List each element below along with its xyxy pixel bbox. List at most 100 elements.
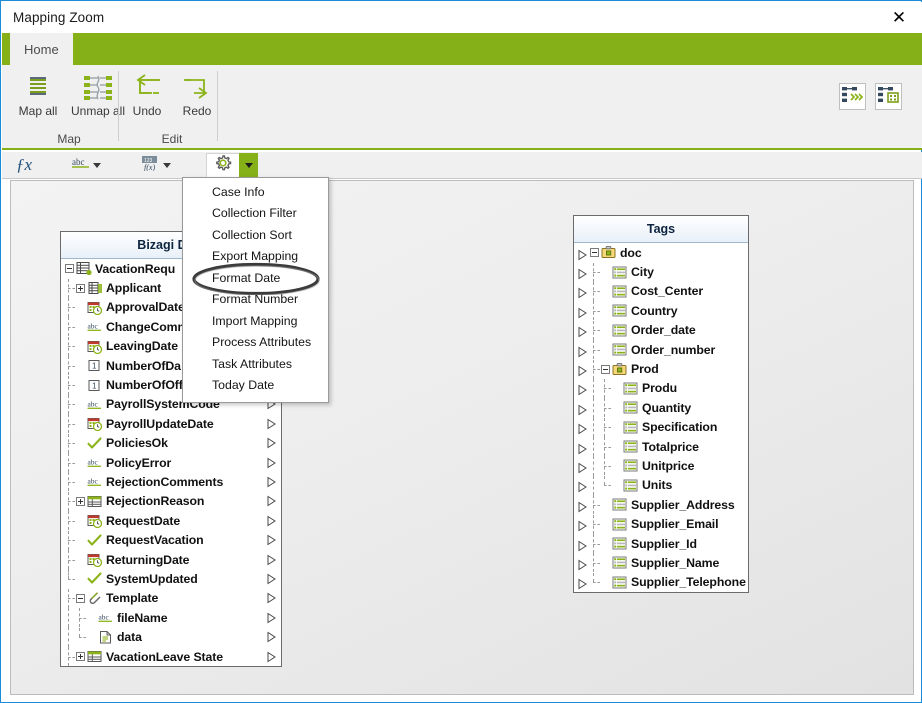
map-connector-arrow-icon[interactable]	[266, 592, 277, 604]
map-connector-arrow-icon[interactable]	[577, 577, 588, 590]
map-grid-button[interactable]	[875, 83, 902, 110]
map-connector-arrow-icon[interactable]	[577, 402, 588, 416]
advanced-functions-dropdown-toggle[interactable]	[239, 152, 258, 178]
tree-row[interactable]: abc RejectionComments	[61, 472, 281, 492]
tree-row[interactable]: Order_number	[574, 340, 748, 360]
close-icon[interactable]: ✕	[876, 2, 922, 33]
map-connector-arrow-icon[interactable]	[577, 460, 588, 474]
tree-row[interactable]: ReturningDate	[61, 550, 281, 570]
tree-connector	[601, 398, 612, 418]
map-connector-arrow-icon[interactable]	[266, 457, 277, 469]
map-connector-arrow-icon[interactable]	[577, 422, 588, 435]
tree-row[interactable]: Prod	[574, 359, 748, 379]
tree-row[interactable]: Supplier_Email	[574, 514, 748, 534]
tags-title: Tags	[646, 222, 676, 236]
tree-row[interactable]: Cost_Center	[574, 281, 748, 301]
redo-button[interactable]: Redo	[172, 65, 222, 127]
unmap-all-button[interactable]: Unmap all	[68, 65, 128, 127]
tree-row[interactable]: VacationLeave State	[61, 647, 281, 666]
map-connector-arrow-icon[interactable]	[266, 437, 277, 449]
advanced-functions-button[interactable]	[206, 152, 239, 178]
unmap-all-icon	[81, 70, 115, 104]
tree-row[interactable]: Supplier_Name	[574, 553, 748, 573]
tree-row[interactable]: PayrollUpdateDate	[61, 414, 281, 434]
tree-row[interactable]: Country	[574, 301, 748, 321]
map-connector-arrow-icon[interactable]	[577, 441, 588, 455]
expand-node-icon[interactable]	[76, 283, 85, 293]
tree-row[interactable]: Order_date	[574, 320, 748, 340]
collapse-node-icon[interactable]	[76, 593, 85, 603]
tree-row[interactable]: Units	[574, 475, 748, 496]
menu-item-format-date[interactable]: Format Date	[183, 267, 328, 289]
menu-item-task-attributes[interactable]: Task Attributes	[183, 353, 328, 375]
map-connector-arrow-icon[interactable]	[266, 418, 277, 430]
menu-item-collection-filter[interactable]: Collection Filter	[183, 203, 328, 225]
tree-row[interactable]: data	[61, 627, 281, 648]
tree-row[interactable]: Totalprice	[574, 436, 748, 457]
undo-button[interactable]: Undo	[122, 65, 172, 127]
advanced-functions-menu[interactable]: Case Info Collection Filter Collection Sor…	[182, 177, 329, 403]
map-connector-arrow-icon[interactable]	[266, 476, 277, 488]
expand-node-icon[interactable]	[76, 496, 85, 506]
tree-row[interactable]: abc fileName	[61, 608, 281, 628]
map-connector-arrow-icon[interactable]	[577, 364, 588, 377]
tree-row[interactable]: City	[574, 262, 748, 282]
menu-item-format-number[interactable]: Format Number	[183, 289, 328, 311]
fx-button[interactable]: ƒx	[11, 153, 37, 178]
tree-row[interactable]: PoliciesOk	[61, 433, 281, 453]
menu-item-collection-sort[interactable]: Collection Sort	[183, 224, 328, 246]
map-connector-arrow-icon[interactable]	[266, 573, 277, 585]
collapse-node-icon[interactable]	[601, 364, 610, 374]
map-connector-arrow-icon[interactable]	[266, 515, 277, 527]
map-connector-arrow-icon[interactable]	[577, 480, 588, 493]
menu-item-today-date[interactable]: Today Date	[183, 375, 328, 397]
map-connector-arrow-icon[interactable]	[577, 325, 588, 338]
tree-row[interactable]: Quantity	[574, 398, 748, 418]
map-connector-arrow-icon[interactable]	[266, 495, 277, 507]
tree-row[interactable]: doc	[574, 243, 748, 262]
number-icon: 1	[88, 379, 100, 391]
menu-item-import-mapping[interactable]: Import Mapping	[183, 310, 328, 332]
map-connector-arrow-icon[interactable]	[266, 554, 277, 565]
tree-row[interactable]: RequestDate	[61, 511, 281, 531]
tree-row[interactable]: Produ	[574, 378, 748, 399]
map-all-button[interactable]: Map all	[8, 65, 68, 127]
tree-row[interactable]: Template	[61, 588, 281, 608]
map-connector-arrow-icon[interactable]	[577, 383, 588, 396]
map-connector-arrow-icon[interactable]	[577, 247, 588, 261]
expand-node-icon[interactable]	[76, 652, 85, 661]
tags-tree[interactable]: doc City Cost_Center Country Order_date …	[574, 243, 748, 592]
tab-home[interactable]: Home	[10, 33, 73, 65]
map-connector-arrow-icon[interactable]	[577, 519, 588, 532]
map-connector-arrow-icon[interactable]	[577, 344, 588, 358]
tree-row[interactable]: Supplier_Telephone	[574, 572, 748, 592]
map-connector-arrow-icon[interactable]	[266, 631, 277, 643]
auto-map-button[interactable]	[839, 83, 866, 110]
menu-item-case-info[interactable]: Case Info	[183, 181, 328, 203]
tree-row[interactable]: RequestVacation	[61, 530, 281, 550]
tree-row[interactable]: SystemUpdated	[61, 569, 281, 588]
map-connector-arrow-icon[interactable]	[577, 499, 588, 513]
map-connector-arrow-icon[interactable]	[577, 557, 588, 571]
menu-item-process-attributes[interactable]: Process Attributes	[183, 332, 328, 354]
map-connector-arrow-icon[interactable]	[577, 538, 588, 551]
tree-row[interactable]: Supplier_Id	[574, 534, 748, 554]
map-connector-arrow-icon[interactable]	[577, 286, 588, 299]
map-connector-arrow-icon[interactable]	[266, 651, 277, 662]
text-function-dropdown[interactable]: abc	[67, 153, 108, 178]
tree-row[interactable]: Specification	[574, 417, 748, 438]
collapse-node-icon[interactable]	[65, 264, 74, 274]
map-connector-arrow-icon[interactable]	[577, 267, 588, 280]
menu-item-export-mapping[interactable]: Export Mapping	[183, 246, 328, 268]
tree-node-label: Supplier_Name	[631, 555, 720, 570]
map-connector-arrow-icon[interactable]	[266, 612, 277, 624]
tree-row[interactable]: abc PolicyError	[61, 453, 281, 473]
map-connector-arrow-icon[interactable]	[266, 534, 277, 546]
tree-row[interactable]: Supplier_Address	[574, 495, 748, 515]
collapse-node-icon[interactable]	[590, 248, 599, 258]
tree-row[interactable]: RejectionReason	[61, 491, 281, 511]
menu-item-label: Import Mapping	[212, 313, 298, 328]
number-function-dropdown[interactable]: 123 f(x)	[136, 153, 178, 178]
map-connector-arrow-icon[interactable]	[577, 305, 588, 319]
tree-row[interactable]: Unitprice	[574, 456, 748, 477]
